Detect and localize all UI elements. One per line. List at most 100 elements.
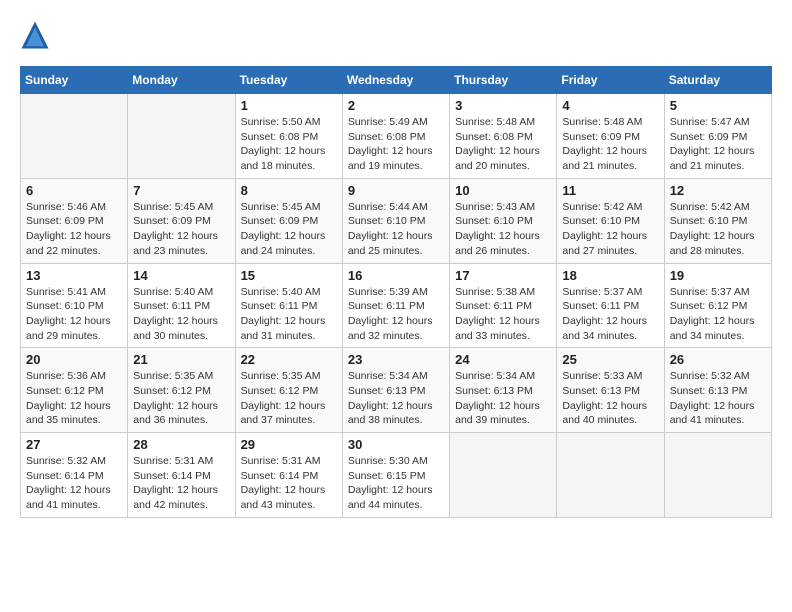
day-number: 24 (455, 352, 551, 367)
day-number: 18 (562, 268, 658, 283)
calendar-cell: 8 Sunrise: 5:45 AM Sunset: 6:09 PM Daylig… (235, 178, 342, 263)
weekday-header: Wednesday (342, 67, 449, 94)
calendar-cell: 30 Sunrise: 5:30 AM Sunset: 6:15 PM Dayli… (342, 433, 449, 518)
calendar-week-row: 20Sunrise: 5:36 AM Sunset: 6:12 PM Dayli… (21, 348, 772, 433)
weekday-header: Tuesday (235, 67, 342, 94)
calendar-cell: 13 Sunrise: 5:41 AM Sunset: 6:10 PM Dayli… (21, 263, 128, 348)
day-number: 9 (348, 183, 444, 198)
calendar-week-row: 27 Sunrise: 5:32 AM Sunset: 6:14 PM Dayli… (21, 433, 772, 518)
day-number: 13 (26, 268, 122, 283)
day-info: Sunrise: 5:39 AM Sunset: 6:11 PM Dayligh… (348, 285, 444, 344)
day-info: Sunrise: 5:37 AM Sunset: 6:11 PM Dayligh… (562, 285, 658, 344)
day-info: Sunrise: 5:34 AM Sunset: 6:13 PM Dayligh… (348, 369, 444, 428)
day-info: Sunrise: 5:45 AM Sunset: 6:09 PM Dayligh… (133, 200, 229, 259)
logo-icon (20, 20, 50, 50)
day-number: 30 (348, 437, 444, 452)
calendar-table: SundayMondayTuesdayWednesdayThursdayFrid… (20, 66, 772, 518)
calendar-cell: 21 Sunrise: 5:35 AM Sunset: 6:12 PM Dayli… (128, 348, 235, 433)
day-number: 16 (348, 268, 444, 283)
calendar-week-row: 1Sunrise: 5:50 AM Sunset: 6:08 PM Daylig… (21, 94, 772, 179)
calendar-cell (664, 433, 771, 518)
calendar-cell: 25 Sunrise: 5:33 AM Sunset: 6:13 PM Dayli… (557, 348, 664, 433)
day-info: Sunrise: 5:50 AM Sunset: 6:08 PM Dayligh… (241, 115, 337, 174)
day-info: Sunrise: 5:42 AM Sunset: 6:10 PM Dayligh… (670, 200, 766, 259)
calendar-cell: 1Sunrise: 5:50 AM Sunset: 6:08 PM Daylig… (235, 94, 342, 179)
calendar-cell: 16 Sunrise: 5:39 AM Sunset: 6:11 PM Dayli… (342, 263, 449, 348)
day-number: 3 (455, 98, 551, 113)
day-number: 26 (670, 352, 766, 367)
day-number: 27 (26, 437, 122, 452)
day-number: 17 (455, 268, 551, 283)
day-number: 20 (26, 352, 122, 367)
calendar-cell: 18 Sunrise: 5:37 AM Sunset: 6:11 PM Dayli… (557, 263, 664, 348)
day-info: Sunrise: 5:30 AM Sunset: 6:15 PM Dayligh… (348, 454, 444, 513)
day-number: 12 (670, 183, 766, 198)
calendar-header: SundayMondayTuesdayWednesdayThursdayFrid… (21, 67, 772, 94)
day-info: Sunrise: 5:44 AM Sunset: 6:10 PM Dayligh… (348, 200, 444, 259)
day-number: 14 (133, 268, 229, 283)
calendar-cell: 24 Sunrise: 5:34 AM Sunset: 6:13 PM Dayli… (450, 348, 557, 433)
calendar-cell: 29 Sunrise: 5:31 AM Sunset: 6:14 PM Dayli… (235, 433, 342, 518)
calendar-cell (450, 433, 557, 518)
day-number: 21 (133, 352, 229, 367)
calendar-cell: 10Sunrise: 5:43 AM Sunset: 6:10 PM Dayli… (450, 178, 557, 263)
day-number: 4 (562, 98, 658, 113)
day-info: Sunrise: 5:41 AM Sunset: 6:10 PM Dayligh… (26, 285, 122, 344)
weekday-header: Monday (128, 67, 235, 94)
page-header (20, 20, 772, 50)
day-number: 6 (26, 183, 122, 198)
day-number: 10 (455, 183, 551, 198)
weekday-header: Saturday (664, 67, 771, 94)
weekday-header: Sunday (21, 67, 128, 94)
day-number: 2 (348, 98, 444, 113)
day-info: Sunrise: 5:40 AM Sunset: 6:11 PM Dayligh… (133, 285, 229, 344)
calendar-cell (21, 94, 128, 179)
calendar-cell: 4 Sunrise: 5:48 AM Sunset: 6:09 PM Daylig… (557, 94, 664, 179)
day-info: Sunrise: 5:46 AM Sunset: 6:09 PM Dayligh… (26, 200, 122, 259)
day-info: Sunrise: 5:40 AM Sunset: 6:11 PM Dayligh… (241, 285, 337, 344)
day-info: Sunrise: 5:34 AM Sunset: 6:13 PM Dayligh… (455, 369, 551, 428)
calendar-cell: 14 Sunrise: 5:40 AM Sunset: 6:11 PM Dayli… (128, 263, 235, 348)
day-info: Sunrise: 5:45 AM Sunset: 6:09 PM Dayligh… (241, 200, 337, 259)
day-number: 25 (562, 352, 658, 367)
logo (20, 20, 54, 50)
calendar-cell: 2Sunrise: 5:49 AM Sunset: 6:08 PM Daylig… (342, 94, 449, 179)
day-number: 5 (670, 98, 766, 113)
calendar-cell: 12 Sunrise: 5:42 AM Sunset: 6:10 PM Dayli… (664, 178, 771, 263)
day-number: 15 (241, 268, 337, 283)
day-number: 29 (241, 437, 337, 452)
day-number: 22 (241, 352, 337, 367)
weekday-header: Friday (557, 67, 664, 94)
calendar-cell: 11Sunrise: 5:42 AM Sunset: 6:10 PM Dayli… (557, 178, 664, 263)
day-info: Sunrise: 5:37 AM Sunset: 6:12 PM Dayligh… (670, 285, 766, 344)
day-number: 28 (133, 437, 229, 452)
day-number: 7 (133, 183, 229, 198)
day-number: 23 (348, 352, 444, 367)
calendar-cell: 20Sunrise: 5:36 AM Sunset: 6:12 PM Dayli… (21, 348, 128, 433)
day-info: Sunrise: 5:32 AM Sunset: 6:14 PM Dayligh… (26, 454, 122, 513)
day-info: Sunrise: 5:33 AM Sunset: 6:13 PM Dayligh… (562, 369, 658, 428)
day-number: 11 (562, 183, 658, 198)
calendar-cell (557, 433, 664, 518)
calendar-week-row: 6 Sunrise: 5:46 AM Sunset: 6:09 PM Daylig… (21, 178, 772, 263)
calendar-cell: 17 Sunrise: 5:38 AM Sunset: 6:11 PM Dayli… (450, 263, 557, 348)
calendar-cell: 22 Sunrise: 5:35 AM Sunset: 6:12 PM Dayli… (235, 348, 342, 433)
calendar-cell: 7 Sunrise: 5:45 AM Sunset: 6:09 PM Daylig… (128, 178, 235, 263)
day-info: Sunrise: 5:35 AM Sunset: 6:12 PM Dayligh… (133, 369, 229, 428)
weekday-header: Thursday (450, 67, 557, 94)
calendar-cell: 19 Sunrise: 5:37 AM Sunset: 6:12 PM Dayli… (664, 263, 771, 348)
calendar-cell: 15 Sunrise: 5:40 AM Sunset: 6:11 PM Dayli… (235, 263, 342, 348)
day-info: Sunrise: 5:48 AM Sunset: 6:09 PM Dayligh… (562, 115, 658, 174)
calendar-week-row: 13 Sunrise: 5:41 AM Sunset: 6:10 PM Dayli… (21, 263, 772, 348)
calendar-cell: 3 Sunrise: 5:48 AM Sunset: 6:08 PM Daylig… (450, 94, 557, 179)
calendar-cell: 26Sunrise: 5:32 AM Sunset: 6:13 PM Dayli… (664, 348, 771, 433)
calendar-cell: 23 Sunrise: 5:34 AM Sunset: 6:13 PM Dayli… (342, 348, 449, 433)
day-info: Sunrise: 5:38 AM Sunset: 6:11 PM Dayligh… (455, 285, 551, 344)
day-info: Sunrise: 5:48 AM Sunset: 6:08 PM Dayligh… (455, 115, 551, 174)
day-number: 19 (670, 268, 766, 283)
day-info: Sunrise: 5:35 AM Sunset: 6:12 PM Dayligh… (241, 369, 337, 428)
day-info: Sunrise: 5:31 AM Sunset: 6:14 PM Dayligh… (241, 454, 337, 513)
day-info: Sunrise: 5:31 AM Sunset: 6:14 PM Dayligh… (133, 454, 229, 513)
day-number: 8 (241, 183, 337, 198)
calendar-cell: 9 Sunrise: 5:44 AM Sunset: 6:10 PM Daylig… (342, 178, 449, 263)
